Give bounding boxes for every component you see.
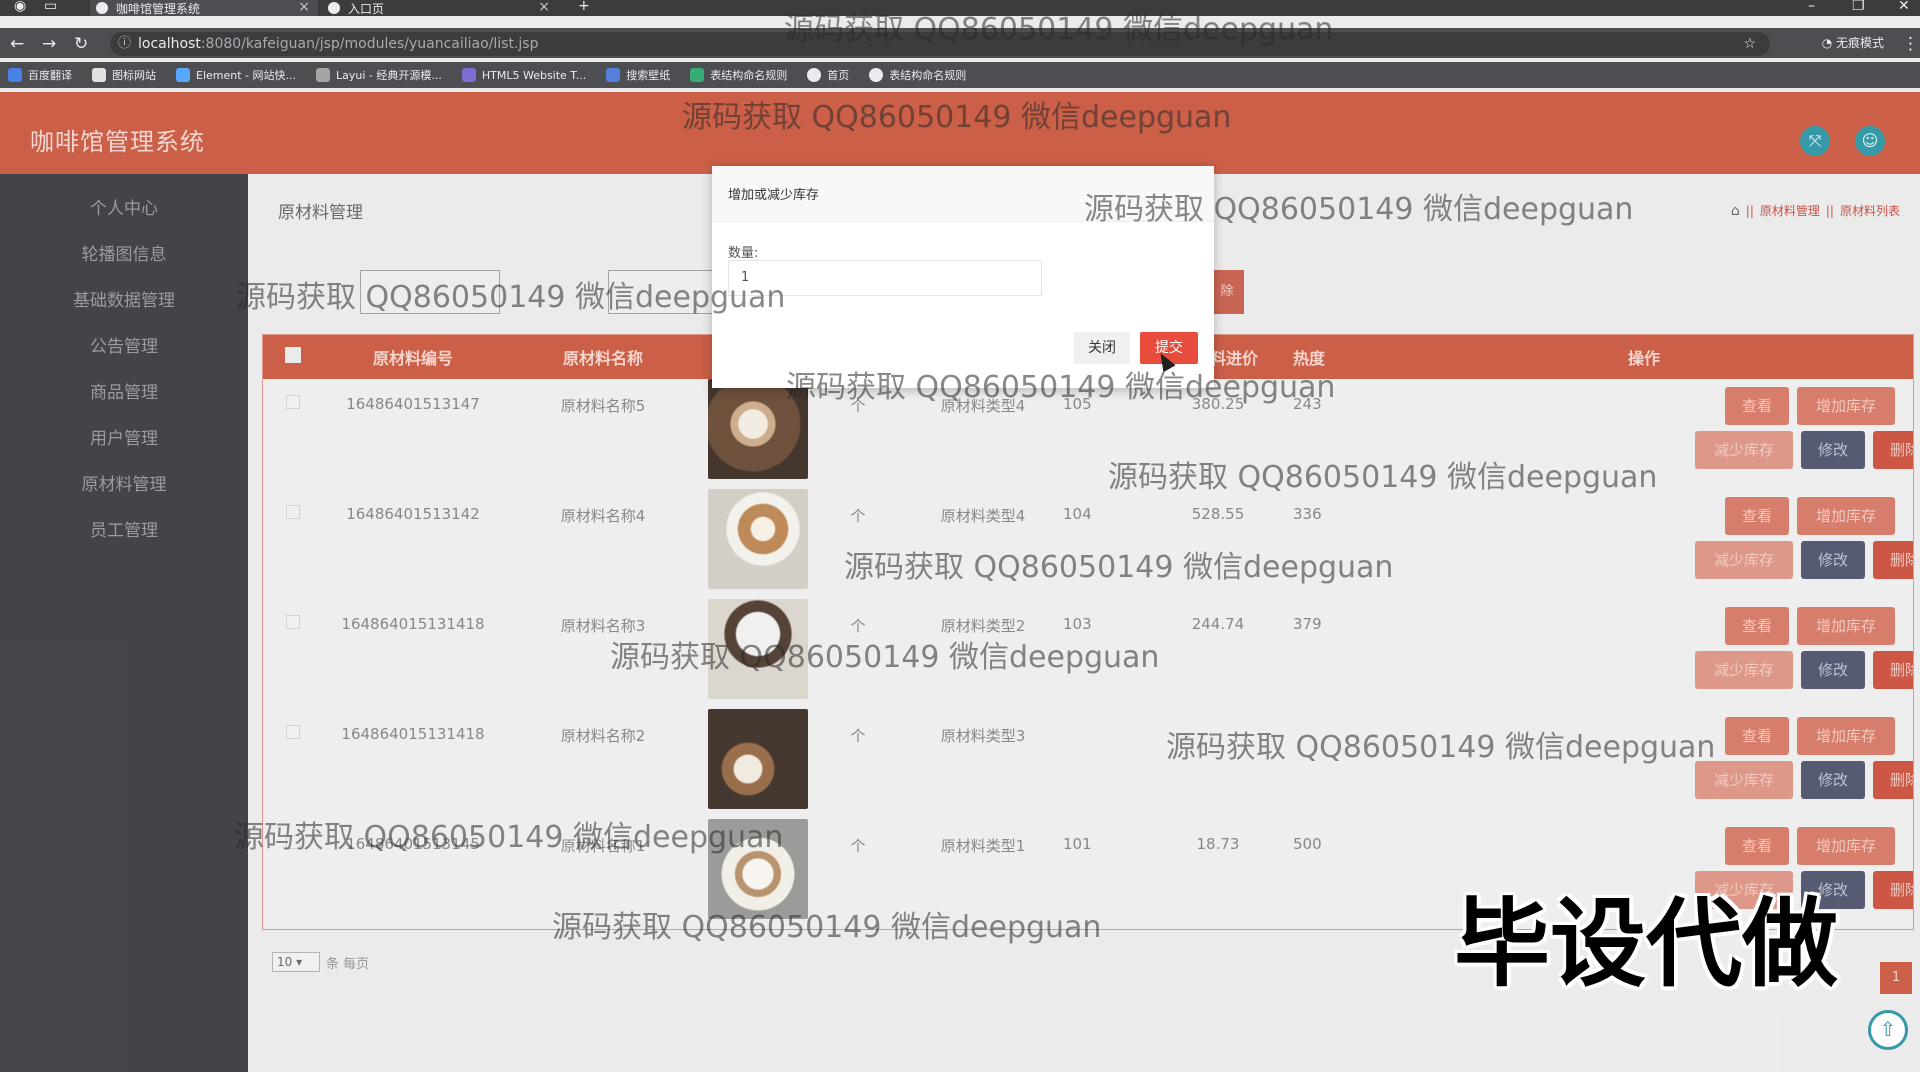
quantity-label: 数量: bbox=[728, 246, 759, 261]
quantity-input[interactable]: 1 bbox=[728, 260, 1042, 296]
stock-modal: 增加或减少库存 数量: 1 关闭 提交 bbox=[712, 166, 1214, 388]
close-button[interactable]: 关闭 bbox=[1074, 332, 1130, 364]
modal-title: 增加或减少库存 bbox=[712, 166, 1214, 222]
watermark-big: 毕设代做 bbox=[1454, 888, 1838, 1000]
